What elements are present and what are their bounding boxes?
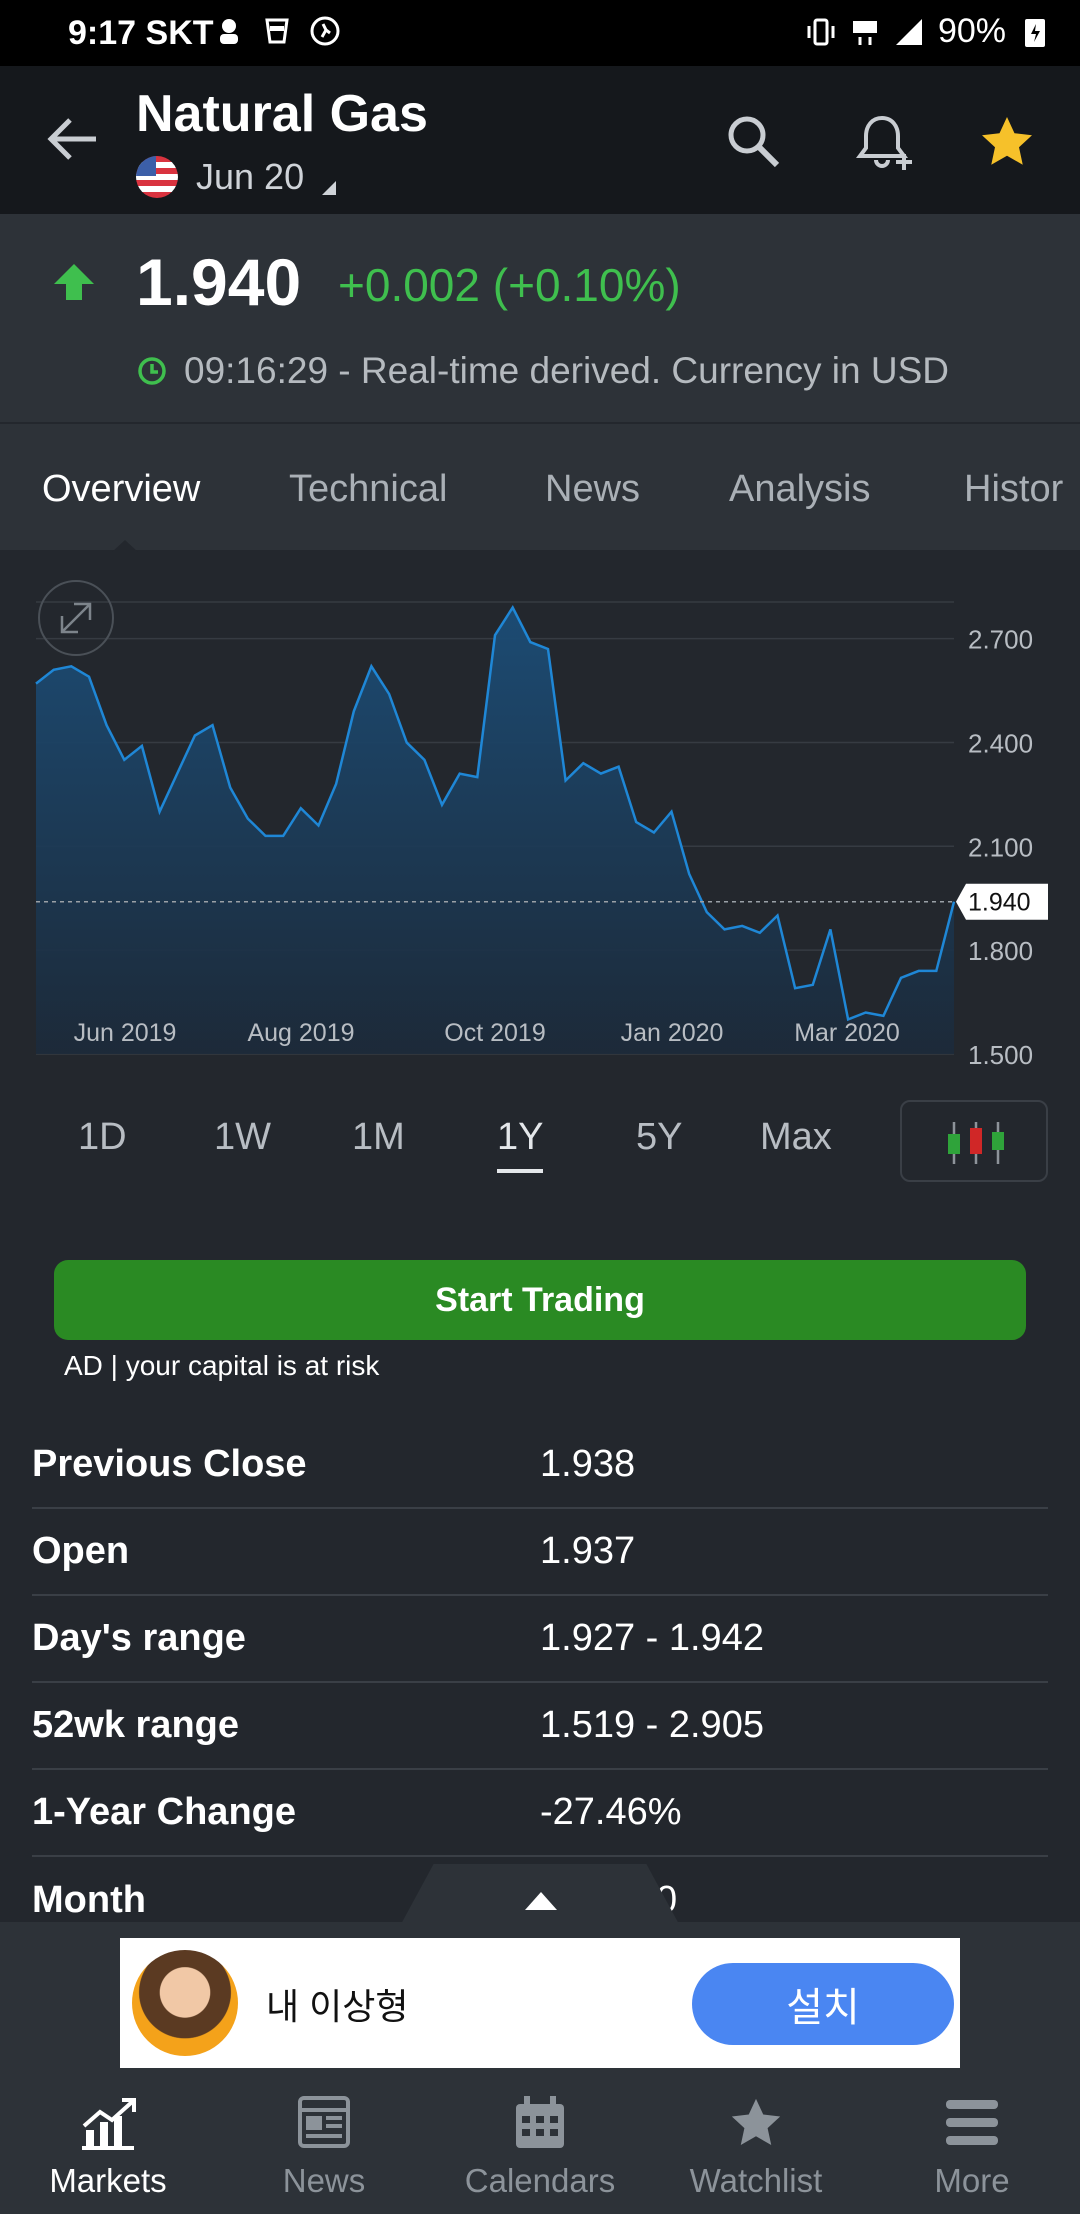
stat-row: Open 1.937 xyxy=(32,1509,1048,1596)
add-alert-icon[interactable] xyxy=(856,110,918,172)
contract-selector[interactable]: Jun 20 xyxy=(136,156,337,198)
y-tick-label: 1.500 xyxy=(968,1040,1033,1070)
tab-historical[interactable]: Histor xyxy=(964,468,1063,511)
contract-month: Jun 20 xyxy=(196,156,305,197)
range-1d[interactable]: 1D xyxy=(78,1116,127,1159)
y-tick-label: 2.100 xyxy=(968,832,1033,862)
nav-label: Calendars xyxy=(464,2162,616,2199)
signal-icon xyxy=(895,18,922,45)
stat-row: 1-Year Change -27.46% xyxy=(32,1770,1048,1857)
price-change: +0.002 (+0.10%) xyxy=(338,259,681,311)
x-tick-label: Oct 2019 xyxy=(444,1019,545,1047)
ad-avatar xyxy=(132,1950,238,2056)
stat-value: 1.519 - 2.905 xyxy=(540,1704,764,1746)
price-up-arrow-icon xyxy=(54,264,94,300)
stat-row: Day's range 1.927 - 1.942 xyxy=(32,1596,1048,1683)
range-1y[interactable]: 1Y xyxy=(497,1116,544,1173)
app-header: Natural Gas Jun 20 xyxy=(0,66,1080,214)
tab-overview[interactable]: Overview xyxy=(42,468,200,511)
battery-icon xyxy=(1025,18,1045,47)
y-tick-label: 1.800 xyxy=(968,936,1033,966)
x-tick-label: Aug 2019 xyxy=(247,1019,354,1047)
active-tab-indicator xyxy=(112,540,138,552)
bottom-navigation: Markets News Calendars Watchlist More xyxy=(0,2072,1080,2214)
markets-icon xyxy=(82,2098,136,2150)
last-price-tag-label: 1.940 xyxy=(968,889,1031,917)
stat-label: 1-Year Change xyxy=(32,1791,296,1833)
x-tick-label: Mar 2020 xyxy=(794,1019,900,1047)
nav-calendars[interactable]: Calendars xyxy=(432,2072,648,2214)
nav-more[interactable]: More xyxy=(864,2072,1080,2214)
stat-value: -27.46% xyxy=(540,1791,682,1833)
tab-technical[interactable]: Technical xyxy=(289,468,447,511)
last-price: 1.940 xyxy=(136,245,302,319)
y-tick-label: 2.400 xyxy=(968,728,1033,758)
time-range-selector: 1D 1W 1M 1Y 5Y Max xyxy=(0,1092,1080,1188)
range-5y[interactable]: 5Y xyxy=(636,1116,682,1159)
nav-label: News xyxy=(282,2162,366,2199)
calendar-icon xyxy=(516,2096,564,2148)
chevron-up-icon xyxy=(525,1892,557,1910)
stat-row: 52wk range 1.519 - 2.905 xyxy=(32,1683,1048,1770)
status-notification-icons xyxy=(214,14,340,48)
quote-timestamp: 09:16:29 - Real-time derived. Currency i… xyxy=(136,350,949,392)
clock-icon xyxy=(138,357,166,385)
chart-svg: 2.700 2.400 2.100 1.800 1.500 Jun 2019 Aug 20… xyxy=(35,580,1048,1070)
vibrate-icon xyxy=(807,18,835,45)
stat-label: Day's range xyxy=(32,1617,246,1659)
notification-cup-icon xyxy=(265,18,289,44)
battery-percent: 90% xyxy=(937,12,1006,50)
tab-news[interactable]: News xyxy=(545,468,640,511)
stat-value: 1.938 xyxy=(540,1443,636,1485)
quote-meta-text: 09:16:29 - Real-time derived. Currency i… xyxy=(184,350,949,391)
section-tabs: Overview Technical News Analysis Histor xyxy=(0,422,1080,550)
range-1m[interactable]: 1M xyxy=(352,1116,405,1159)
news-icon xyxy=(298,2096,350,2148)
price-panel: 1.940 +0.002 (+0.10%) 09:16:29 - Real-ti… xyxy=(0,214,1080,422)
stat-label: 52wk range xyxy=(32,1704,239,1746)
stat-row: Previous Close 1.938 xyxy=(32,1422,1048,1509)
search-icon[interactable] xyxy=(724,112,782,170)
tab-analysis[interactable]: Analysis xyxy=(729,468,871,511)
candlestick-icon xyxy=(948,1122,1004,1164)
range-1w[interactable]: 1W xyxy=(214,1116,271,1159)
stat-label: Open xyxy=(32,1530,130,1572)
status-time: 9:17 SKT xyxy=(68,14,214,52)
nav-label: Markets xyxy=(49,2162,167,2199)
lte-icon xyxy=(852,20,877,45)
us-flag-icon xyxy=(136,156,178,198)
nav-news[interactable]: News xyxy=(216,2072,432,2214)
favorite-star-icon[interactable] xyxy=(976,112,1038,172)
price-chart[interactable]: 2.700 2.400 2.100 1.800 1.500 Jun 2019 Aug 20… xyxy=(0,552,1080,1072)
ad-risk-note: AD | your capital is at risk xyxy=(64,1350,380,1381)
candlestick-toggle-button[interactable] xyxy=(900,1100,1048,1182)
nav-label: More xyxy=(934,2162,1010,2199)
nav-markets[interactable]: Markets xyxy=(0,2072,216,2214)
notification-walk-icon xyxy=(310,16,340,46)
star-icon xyxy=(731,2098,781,2145)
ad-banner[interactable]: 내 이상형 설치 xyxy=(120,1938,960,2068)
nav-label: Watchlist xyxy=(689,2162,823,2199)
menu-icon xyxy=(946,2100,998,2145)
status-bar: 9:17 SKT 90% xyxy=(0,0,1080,66)
range-max[interactable]: Max xyxy=(760,1116,832,1159)
chart-area-fill xyxy=(36,607,954,1054)
back-arrow-icon[interactable] xyxy=(44,114,100,164)
stat-label: Previous Close xyxy=(32,1443,307,1485)
expand-icon xyxy=(60,602,92,634)
dropdown-caret-icon xyxy=(322,181,337,195)
ad-install-button[interactable]: 설치 xyxy=(692,1963,954,2045)
stat-value: 1.927 - 1.942 xyxy=(540,1617,764,1659)
nav-watchlist[interactable]: Watchlist xyxy=(648,2072,864,2214)
y-tick-label: 2.700 xyxy=(968,625,1033,655)
x-tick-label: Jun 2019 xyxy=(74,1019,177,1047)
start-trading-button[interactable]: Start Trading xyxy=(54,1260,1026,1340)
page-title: Natural Gas xyxy=(136,85,428,143)
notification-app-icon xyxy=(220,19,238,44)
stat-value: 1.937 xyxy=(540,1530,636,1572)
ad-text: 내 이상형 xyxy=(266,1986,409,2027)
status-system-icons: 90% xyxy=(806,12,1050,51)
x-tick-label: Jan 2020 xyxy=(621,1019,724,1047)
